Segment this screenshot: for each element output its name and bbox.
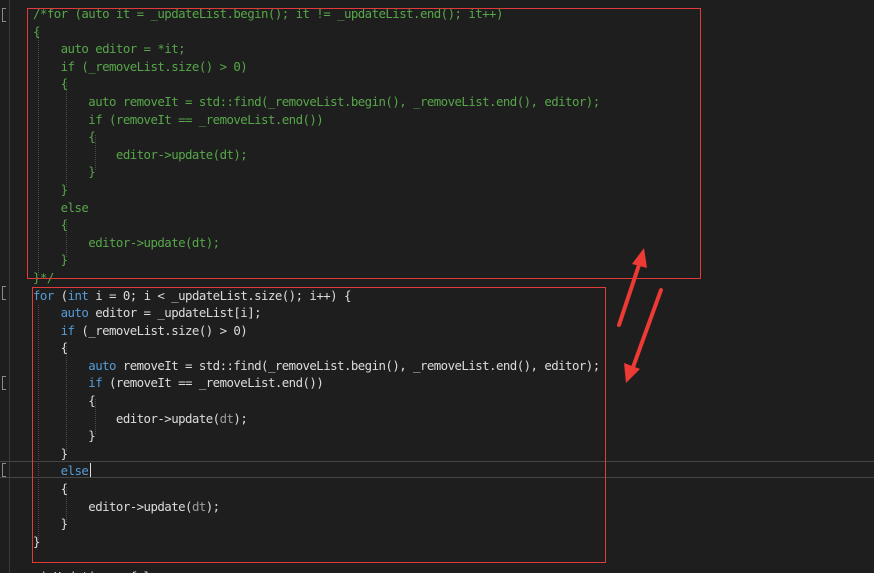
- down-arrow-icon: [624, 288, 663, 383]
- annotation-arrows: [617, 248, 663, 383]
- up-arrow-icon: [617, 248, 647, 327]
- code-editor[interactable]: /*for (auto it = _updateList.begin(); it…: [0, 0, 874, 573]
